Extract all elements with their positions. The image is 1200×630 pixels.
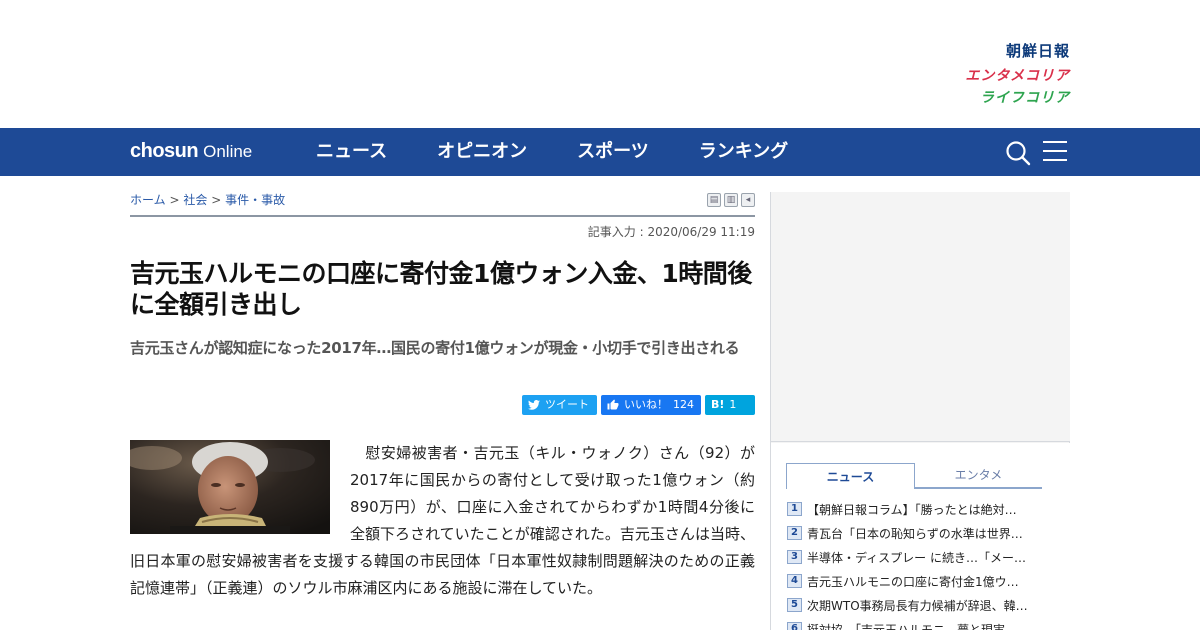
rank-title: 【朝鮮日報コラム】「勝ったとは絶対… [807, 502, 1017, 517]
ranking-list: 1 【朝鮮日報コラム】「勝ったとは絶対… 2 青瓦台「日本の恥知らずの水準は世界… [787, 497, 1055, 630]
rank-title: 吉元玉ハルモニの口座に寄付金1億ウ… [807, 574, 1019, 589]
sidebar: ニュース エンタメ 1 【朝鮮日報コラム】「勝ったとは絶対… 2 青瓦台「日本の… [770, 192, 1070, 630]
tab-news[interactable]: ニュース [786, 463, 915, 489]
article-date: 記事入力 : 2020/06/29 11:19 [587, 225, 755, 239]
tab-entame[interactable]: エンタメ [915, 463, 1042, 489]
ranking-item[interactable]: 6 挺対協 「吉元玉ハルモニ、夢と現実… [787, 617, 1055, 630]
nav-item-sports[interactable]: スポーツ [577, 128, 649, 176]
article-subhead: 吉元玉さんが認知症になった2017年…国民の寄付1億ウォンが現金・小切手で引き出… [130, 339, 740, 357]
ranking-item[interactable]: 1 【朝鮮日報コラム】「勝ったとは絶対… [787, 497, 1055, 521]
life-korea-logo[interactable]: ライフコリア [930, 91, 1070, 105]
thumbs-up-icon [607, 399, 619, 410]
print-icon[interactable]: ▤ [707, 193, 721, 207]
ranking-tabs: ニュース エンタメ [786, 463, 1042, 489]
tweet-label: ツイート [545, 398, 589, 411]
chosun-ilbo-logo[interactable]: 朝鮮日報 [930, 44, 1070, 59]
rank-number: 4 [787, 574, 802, 588]
like-count: 124 [673, 398, 694, 411]
breadcrumb-incident[interactable]: 事件・事故 [225, 193, 285, 207]
nav-item-news[interactable]: ニュース [316, 128, 387, 176]
breadcrumb-home[interactable]: ホーム [130, 193, 166, 207]
nav-item-ranking[interactable]: ランキング [699, 128, 788, 176]
ranking-box: ニュース エンタメ 1 【朝鮮日報コラム】「勝ったとは絶対… 2 青瓦台「日本の… [771, 443, 1070, 630]
nav-items: ニュース オピニオン スポーツ ランキング [316, 128, 838, 176]
top-header: 朝鮮日報 エンタメコリア ライフコリア [0, 0, 1200, 128]
rank-title: 挺対協 「吉元玉ハルモニ、夢と現実… [807, 622, 1018, 630]
article-headline: 吉元玉ハルモニの口座に寄付金1億ウォン入金、1時間後に全額引き出し [130, 259, 752, 319]
ranking-item[interactable]: 2 青瓦台「日本の恥知らずの水準は世界… [787, 521, 1055, 545]
rank-number: 5 [787, 598, 802, 612]
breadcrumb-separator: > [169, 193, 180, 207]
entame-korea-logo[interactable]: エンタメコリア [930, 69, 1070, 83]
hatena-bookmark-button[interactable]: B! 1 [705, 395, 755, 415]
advertisement-area [771, 192, 1070, 442]
back-arrow-icon[interactable]: ◂ [741, 193, 755, 207]
rank-title: 半導体・ディスプレー に続き…「メー… [807, 550, 1026, 565]
tweet-button[interactable]: ツイート [522, 395, 597, 415]
breadcrumb: ホーム > 社会 > 事件・事故 [130, 191, 285, 208]
breadcrumb-separator: > [211, 193, 222, 207]
hamburger-menu-icon[interactable] [1043, 141, 1067, 163]
logo-light-text: Online [203, 142, 253, 161]
article-photo[interactable] [130, 440, 330, 534]
logo-bold-text: chosun [130, 140, 199, 162]
rank-title: 次期WTO事務局長有力候補が辞退、韓… [807, 598, 1028, 613]
rank-number: 2 [787, 526, 802, 540]
elderly-woman-photo [130, 440, 330, 534]
ranking-item[interactable]: 5 次期WTO事務局長有力候補が辞退、韓… [787, 593, 1055, 617]
chosun-online-logo[interactable]: chosun Online [130, 140, 252, 163]
twitter-bird-icon [528, 400, 540, 410]
text-size-icon[interactable]: ▥ [724, 193, 738, 207]
brand-logos: 朝鮮日報 エンタメコリア ライフコリア [930, 44, 1070, 106]
rank-number: 3 [787, 550, 802, 564]
ranking-item[interactable]: 3 半導体・ディスプレー に続き…「メー… [787, 545, 1055, 569]
rank-number: 6 [787, 622, 802, 630]
rank-number: 1 [787, 502, 802, 516]
article-tools: ▤ ▥ ◂ [707, 193, 755, 207]
rank-title: 青瓦台「日本の恥知らずの水準は世界… [807, 526, 1023, 541]
hatena-count: 1 [729, 398, 737, 411]
breadcrumb-society[interactable]: 社会 [183, 193, 207, 207]
ranking-item[interactable]: 4 吉元玉ハルモニの口座に寄付金1億ウ… [787, 569, 1055, 593]
facebook-like-button[interactable]: いいね！ 124 [601, 395, 701, 415]
search-icon[interactable] [1005, 140, 1031, 166]
share-buttons: ツイート いいね！ 124 B! 1 [522, 395, 755, 415]
like-label: いいね！ [624, 398, 668, 411]
header-divider [130, 215, 755, 217]
nav-item-opinion[interactable]: オピニオン [437, 128, 527, 176]
hatena-label: B! [711, 398, 725, 411]
